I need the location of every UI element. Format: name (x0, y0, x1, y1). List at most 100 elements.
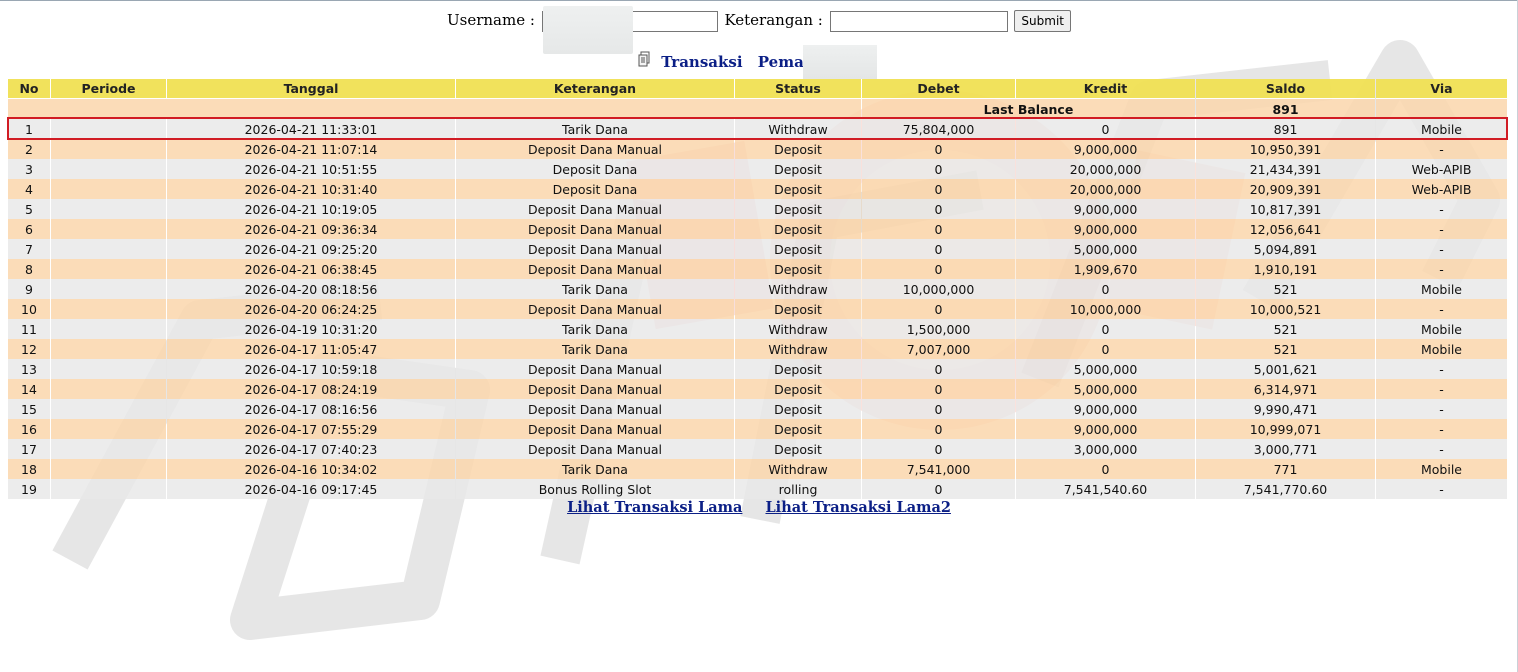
cell-via: - (1376, 139, 1507, 159)
cell-keterangan: Deposit Dana Manual (456, 379, 734, 399)
col-header-kredit[interactable]: Kredit (1016, 79, 1195, 99)
cell-saldo: 891 (1196, 119, 1375, 139)
cell-periode (51, 199, 166, 219)
transaction-table: No Periode Tanggal Keterangan Status Deb… (7, 79, 1508, 499)
col-header-saldo[interactable]: Saldo (1196, 79, 1375, 99)
cell-no: 1 (8, 119, 50, 139)
cell-status: Deposit (735, 299, 861, 319)
cell-via: Mobile (1376, 339, 1507, 359)
redacted-username (543, 6, 633, 54)
cell-no: 10 (8, 299, 50, 319)
cell-via: - (1376, 439, 1507, 459)
cell-status: Deposit (735, 359, 861, 379)
cell-saldo: 12,056,641 (1196, 219, 1375, 239)
cell-keterangan: Tarik Dana (456, 319, 734, 339)
cell-saldo: 10,817,391 (1196, 199, 1375, 219)
cell-saldo: 6,314,971 (1196, 379, 1375, 399)
cell-status: Deposit (735, 379, 861, 399)
cell-tanggal: 2026-04-20 08:18:56 (167, 279, 455, 299)
cell-via: Mobile (1376, 279, 1507, 299)
cell-saldo: 1,910,191 (1196, 259, 1375, 279)
col-header-keterangan[interactable]: Keterangan (456, 79, 734, 99)
cell-via: Web-APIB (1376, 179, 1507, 199)
cell-periode (51, 399, 166, 419)
cell-no: 5 (8, 199, 50, 219)
link-transaksi-lama2[interactable]: Lihat Transaksi Lama2 (765, 499, 950, 516)
cell-saldo: 5,001,621 (1196, 359, 1375, 379)
cell-via: - (1376, 299, 1507, 319)
cell-debet: 0 (862, 399, 1015, 419)
cell-no: 7 (8, 239, 50, 259)
cell-periode (51, 339, 166, 359)
cell-debet: 10,000,000 (862, 279, 1015, 299)
cell-no: 19 (8, 479, 50, 499)
cell-no: 16 (8, 419, 50, 439)
cell-kredit: 9,000,000 (1016, 399, 1195, 419)
cell-tanggal: 2026-04-21 11:33:01 (167, 119, 455, 139)
cell-keterangan: Deposit Dana Manual (456, 439, 734, 459)
last-balance-via (1376, 99, 1507, 119)
link-transaksi-lama[interactable]: Lihat Transaksi Lama (567, 499, 742, 516)
col-header-via[interactable]: Via (1376, 79, 1507, 99)
cell-keterangan: Bonus Rolling Slot (456, 479, 734, 499)
cell-keterangan: Deposit Dana Manual (456, 139, 734, 159)
table-row: 14 2026-04-17 08:24:19 Deposit Dana Manual… (8, 379, 1507, 399)
col-header-debet[interactable]: Debet (862, 79, 1015, 99)
cell-tanggal: 2026-04-17 10:59:18 (167, 359, 455, 379)
cell-keterangan: Tarik Dana (456, 279, 734, 299)
cell-saldo: 10,999,071 (1196, 419, 1375, 439)
cell-saldo: 10,000,521 (1196, 299, 1375, 319)
table-row: 12 2026-04-17 11:05:47 Tarik Dana Withdraw 7… (8, 339, 1507, 359)
cell-tanggal: 2026-04-17 08:24:19 (167, 379, 455, 399)
cell-tanggal: 2026-04-16 09:17:45 (167, 479, 455, 499)
col-header-tanggal[interactable]: Tanggal (167, 79, 455, 99)
cell-kredit: 20,000,000 (1016, 179, 1195, 199)
cell-kredit: 9,000,000 (1016, 139, 1195, 159)
cell-no: 4 (8, 179, 50, 199)
cell-periode (51, 439, 166, 459)
cell-debet: 0 (862, 299, 1015, 319)
table-row: 13 2026-04-17 10:59:18 Deposit Dana Manual… (8, 359, 1507, 379)
cell-keterangan: Deposit Dana Manual (456, 299, 734, 319)
cell-periode (51, 159, 166, 179)
cell-debet: 0 (862, 479, 1015, 499)
cell-keterangan: Tarik Dana (456, 339, 734, 359)
cell-debet: 0 (862, 419, 1015, 439)
keterangan-input[interactable] (829, 10, 1008, 32)
cell-no: 8 (8, 259, 50, 279)
cell-no: 15 (8, 399, 50, 419)
cell-debet: 0 (862, 439, 1015, 459)
cell-tanggal: 2026-04-17 11:05:47 (167, 339, 455, 359)
col-header-no[interactable]: No (8, 79, 50, 99)
cell-tanggal: 2026-04-17 07:40:23 (167, 439, 455, 459)
table-row: 1 2026-04-21 11:33:01 Tarik Dana Withdraw 75… (8, 119, 1507, 139)
cell-debet: 0 (862, 139, 1015, 159)
cell-saldo: 3,000,771 (1196, 439, 1375, 459)
cell-via: Mobile (1376, 319, 1507, 339)
cell-status: Withdraw (735, 119, 861, 139)
cell-kredit: 5,000,000 (1016, 239, 1195, 259)
cell-tanggal: 2026-04-17 08:16:56 (167, 399, 455, 419)
col-header-periode[interactable]: Periode (51, 79, 166, 99)
table-row: 5 2026-04-21 10:19:05 Deposit Dana Manual D… (8, 199, 1507, 219)
cell-tanggal: 2026-04-20 06:24:25 (167, 299, 455, 319)
cell-kredit: 5,000,000 (1016, 359, 1195, 379)
submit-button[interactable]: Submit (1014, 10, 1071, 32)
col-header-status[interactable]: Status (735, 79, 861, 99)
cell-periode (51, 279, 166, 299)
table-row: 15 2026-04-17 08:16:56 Deposit Dana Manual… (8, 399, 1507, 419)
table-row: 17 2026-04-17 07:40:23 Deposit Dana Manual… (8, 439, 1507, 459)
cell-via: - (1376, 379, 1507, 399)
cell-debet: 0 (862, 179, 1015, 199)
cell-periode (51, 379, 166, 399)
cell-debet: 0 (862, 239, 1015, 259)
cell-status: Deposit (735, 399, 861, 419)
cell-via: - (1376, 219, 1507, 239)
cell-saldo: 7,541,770.60 (1196, 479, 1375, 499)
table-row: 4 2026-04-21 10:31:40 Deposit Dana Deposit 0… (8, 179, 1507, 199)
table-row: 3 2026-04-21 10:51:55 Deposit Dana Deposit 0… (8, 159, 1507, 179)
redacted-player (803, 45, 877, 79)
cell-via: - (1376, 419, 1507, 439)
top-border (0, 0, 1518, 1)
cell-tanggal: 2026-04-21 09:25:20 (167, 239, 455, 259)
